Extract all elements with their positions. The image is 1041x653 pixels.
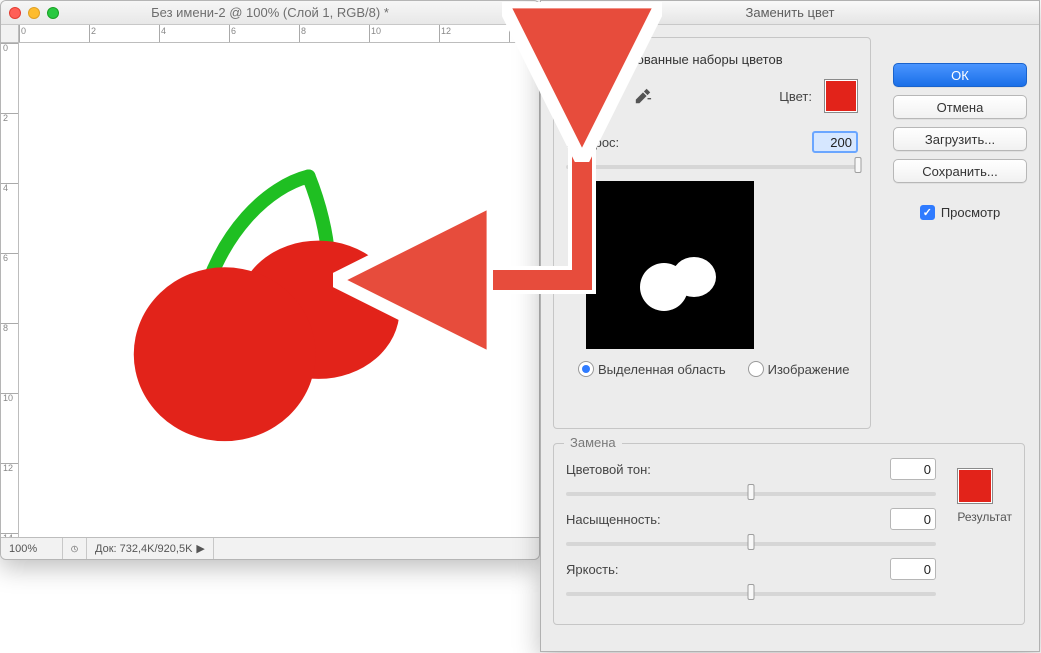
document-window: Без имени-2 @ 100% (Слой 1, RGB/8) * 0 2… [0, 0, 540, 560]
ruler-horizontal[interactable]: 0 2 4 6 8 10 12 14 [19, 25, 539, 43]
fuzziness-slider[interactable] [566, 157, 858, 175]
sample-color-swatch[interactable] [824, 79, 858, 113]
selection-group: Выделение Локализованные наборы цветов [553, 37, 871, 429]
saturation-input[interactable] [890, 508, 936, 530]
lightness-slider[interactable] [566, 584, 936, 602]
selection-legend: Выделение [564, 29, 645, 44]
cancel-button[interactable]: Отмена [893, 95, 1027, 119]
dialog-title[interactable]: Заменить цвет [541, 1, 1039, 25]
fuzziness-input[interactable] [812, 131, 858, 153]
load-button[interactable]: Загрузить... [893, 127, 1027, 151]
hue-input[interactable] [890, 458, 936, 480]
zoom-field[interactable]: 100% [1, 538, 63, 559]
status-icon[interactable] [63, 538, 87, 559]
localized-clusters-label: Локализованные наборы цветов [587, 52, 783, 67]
saturation-label: Насыщенность: [566, 512, 676, 527]
saturation-slider[interactable] [566, 534, 936, 552]
window-close-button[interactable] [9, 7, 21, 19]
eyedropper-plus-icon [602, 87, 620, 105]
localized-clusters-checkbox[interactable] [566, 52, 581, 67]
window-minimize-button[interactable] [28, 7, 40, 19]
radio-selection[interactable]: Выделенная область [578, 361, 726, 377]
result-label: Результат [957, 510, 1012, 524]
radio-selection-indicator [578, 361, 594, 377]
lightness-input[interactable] [890, 558, 936, 580]
ruler-origin[interactable] [1, 25, 19, 43]
eyedropper-minus-icon [634, 87, 652, 105]
hue-label: Цветовой тон: [566, 462, 676, 477]
lightness-label: Яркость: [566, 562, 676, 577]
result-color-swatch[interactable] [957, 468, 993, 504]
radio-image[interactable]: Изображение [748, 361, 850, 377]
color-label: Цвет: [779, 89, 812, 104]
hue-slider[interactable] [566, 484, 936, 502]
cherry-artwork [19, 43, 539, 537]
ok-button[interactable]: ОК [893, 63, 1027, 87]
eyedropper-add-button[interactable] [598, 84, 624, 108]
selection-preview[interactable] [586, 181, 754, 349]
doc-size[interactable]: Док: 732,4K/920,5K ▶ [87, 538, 214, 559]
status-bar: 100% Док: 732,4K/920,5K ▶ [1, 537, 539, 559]
replacement-group: Замена Результат Цветовой тон: Насыщенно… [553, 443, 1025, 625]
eyedropper-button[interactable] [566, 84, 592, 108]
replace-color-dialog: Заменить цвет ОК Отмена Загрузить... Сох… [540, 0, 1040, 652]
save-button[interactable]: Сохранить... [893, 159, 1027, 183]
eyedropper-subtract-button[interactable] [630, 84, 656, 108]
canvas[interactable] [19, 43, 539, 537]
ruler-vertical[interactable]: 0 2 4 6 8 10 12 14 [1, 43, 19, 537]
window-zoom-button[interactable] [47, 7, 59, 19]
radio-image-indicator [748, 361, 764, 377]
preview-label: Просмотр [941, 205, 1000, 220]
doc-title: Без имени-2 @ 100% (Слой 1, RGB/8) * [1, 5, 539, 20]
chevron-right-icon: ▶ [196, 542, 204, 555]
preview-checkbox[interactable]: ✓ [920, 205, 935, 220]
eyedropper-icon [570, 87, 588, 105]
doc-titlebar[interactable]: Без имени-2 @ 100% (Слой 1, RGB/8) * [1, 1, 539, 25]
replacement-legend: Замена [564, 435, 622, 450]
fuzziness-label: Разброс: [566, 135, 619, 150]
